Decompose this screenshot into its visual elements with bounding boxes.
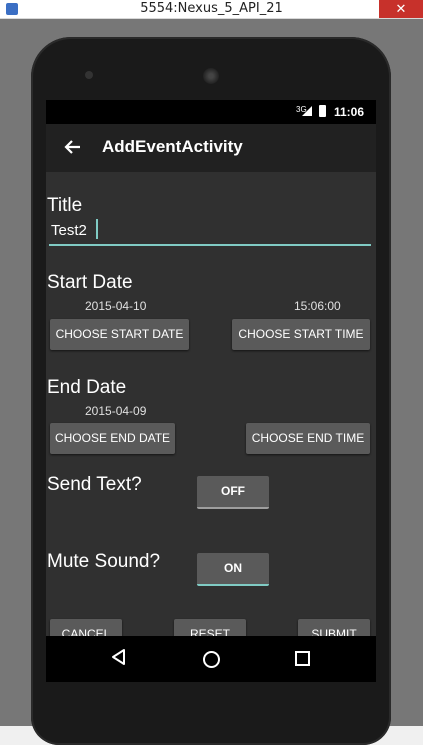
front-camera-icon	[203, 68, 219, 84]
window-close-button[interactable]: ✕	[379, 0, 423, 18]
end-date-value: 2015-04-09	[85, 404, 147, 418]
window-titlebar: 5554:Nexus_5_API_21 ✕	[0, 0, 423, 19]
start-time-value: 15:06:00	[294, 299, 341, 313]
nav-recents-icon[interactable]	[295, 651, 310, 666]
mute-sound-toggle[interactable]: ON	[197, 553, 269, 586]
send-text-label: Send Text?	[47, 474, 142, 495]
signal-icon	[302, 106, 312, 116]
battery-icon	[319, 105, 326, 117]
end-date-label: End Date	[47, 377, 127, 398]
title-input-value: Test2	[51, 222, 87, 239]
text-cursor	[96, 219, 98, 239]
nav-back-icon[interactable]	[110, 648, 128, 666]
start-date-value: 2015-04-10	[85, 299, 147, 313]
mute-sound-label: Mute Sound?	[47, 551, 161, 572]
nav-home-icon[interactable]	[203, 651, 220, 668]
page-title: AddEventActivity	[102, 137, 243, 156]
device-screen: 3G 11:06 AddEventActivity Title Test2 St…	[46, 100, 376, 682]
status-bar: 3G 11:06	[46, 100, 376, 124]
status-clock: 11:06	[334, 105, 365, 119]
app-bar: AddEventActivity	[46, 124, 376, 172]
choose-end-date-button[interactable]: CHOOSE END DATE	[50, 423, 175, 454]
navigation-bar	[46, 636, 376, 682]
title-input[interactable]: Test2	[49, 214, 371, 246]
send-text-toggle[interactable]: OFF	[197, 476, 269, 509]
back-arrow-icon[interactable]	[62, 136, 84, 158]
choose-end-time-button[interactable]: CHOOSE END TIME	[246, 423, 370, 454]
choose-start-time-button[interactable]: CHOOSE START TIME	[232, 319, 370, 350]
sensor-dot	[85, 71, 93, 79]
choose-start-date-button[interactable]: CHOOSE START DATE	[50, 319, 189, 350]
start-date-label: Start Date	[47, 272, 133, 293]
window-title: 5554:Nexus_5_API_21	[140, 1, 283, 16]
emulator-frame: 3G 11:06 AddEventActivity Title Test2 St…	[0, 19, 423, 745]
phone-body: 3G 11:06 AddEventActivity Title Test2 St…	[31, 37, 391, 745]
